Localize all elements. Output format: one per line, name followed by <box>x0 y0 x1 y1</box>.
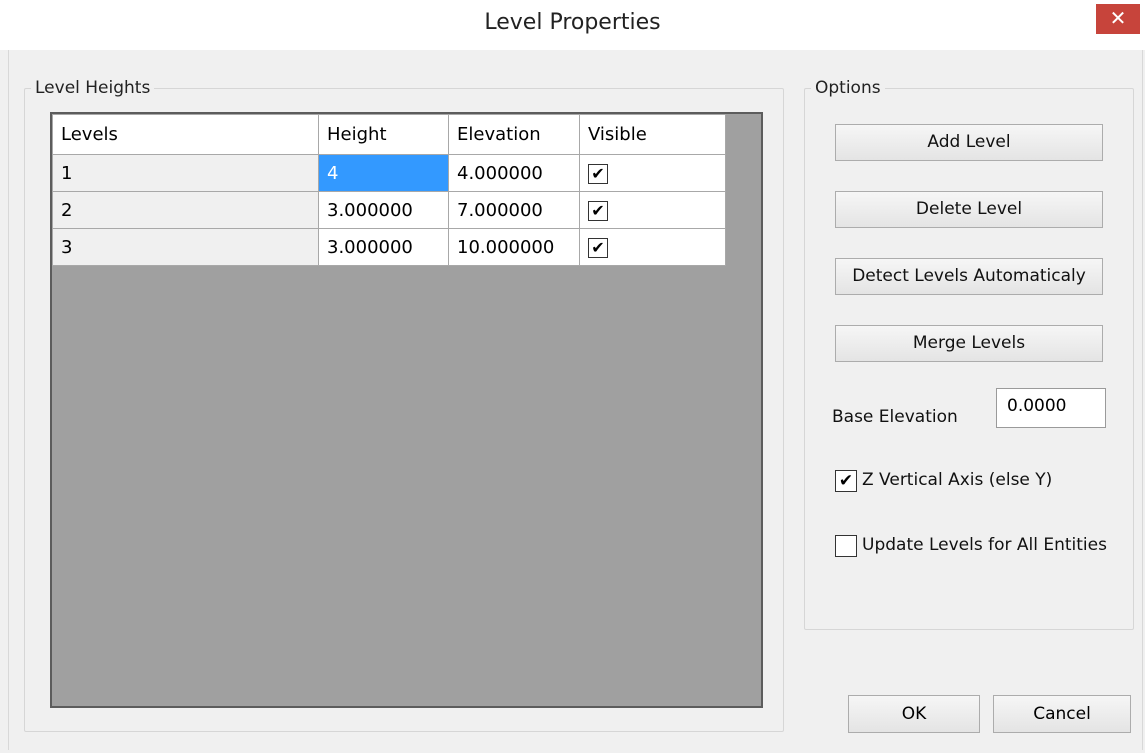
level-cell[interactable]: 1 <box>52 154 319 192</box>
table-row[interactable]: 3 3.000000 10.000000 ✔ <box>52 228 726 266</box>
base-elevation-label: Base Elevation <box>832 407 958 427</box>
window-title: Level Properties <box>484 10 661 35</box>
levels-table: Levels Height Elevation Visible 1 4 4.00… <box>52 114 726 266</box>
update-levels-checkbox[interactable] <box>835 535 857 557</box>
visible-checkbox[interactable]: ✔ <box>588 200 608 221</box>
height-cell[interactable]: 3.000000 <box>318 228 449 266</box>
column-header-elevation[interactable]: Elevation <box>448 114 580 155</box>
level-heights-legend: Level Heights <box>35 78 151 98</box>
close-icon[interactable]: ✕ <box>1096 4 1140 34</box>
options-legend: Options <box>815 78 881 98</box>
table-row[interactable]: 2 3.000000 7.000000 ✔ <box>52 191 726 229</box>
elevation-cell[interactable]: 4.000000 <box>448 154 580 192</box>
z-vertical-label[interactable]: Z Vertical Axis (else Y) <box>862 470 1052 490</box>
visible-checkbox[interactable]: ✔ <box>588 237 608 258</box>
ok-button[interactable]: OK <box>848 695 980 733</box>
column-header-levels[interactable]: Levels <box>52 114 319 155</box>
table-row[interactable]: 1 4 4.000000 ✔ <box>52 154 726 192</box>
level-cell[interactable]: 2 <box>52 191 319 229</box>
visible-checkbox[interactable]: ✔ <box>588 163 608 184</box>
column-header-height[interactable]: Height <box>318 114 449 155</box>
update-levels-label[interactable]: Update Levels for All Entities <box>862 535 1107 555</box>
cancel-button[interactable]: Cancel <box>993 695 1131 733</box>
base-elevation-input[interactable]: 0.0000 <box>996 388 1106 428</box>
header-row: Levels Height Elevation Visible <box>52 114 726 155</box>
merge-levels-button[interactable]: Merge Levels <box>835 325 1103 362</box>
visible-cell[interactable]: ✔ <box>579 228 726 266</box>
z-vertical-checkbox[interactable]: ✔ <box>835 470 857 492</box>
height-cell[interactable]: 4 <box>318 154 449 192</box>
elevation-cell[interactable]: 10.000000 <box>448 228 580 266</box>
delete-level-button[interactable]: Delete Level <box>835 191 1103 228</box>
detect-levels-button[interactable]: Detect Levels Automaticaly <box>835 258 1103 295</box>
title-bar: Level Properties ✕ <box>0 0 1145 50</box>
visible-cell[interactable]: ✔ <box>579 154 726 192</box>
add-level-button[interactable]: Add Level <box>835 124 1103 161</box>
elevation-cell[interactable]: 7.000000 <box>448 191 580 229</box>
column-header-visible[interactable]: Visible <box>579 114 726 155</box>
levels-grid[interactable]: Levels Height Elevation Visible 1 4 4.00… <box>50 112 763 708</box>
height-cell[interactable]: 3.000000 <box>318 191 449 229</box>
level-cell[interactable]: 3 <box>52 228 319 266</box>
visible-cell[interactable]: ✔ <box>579 191 726 229</box>
